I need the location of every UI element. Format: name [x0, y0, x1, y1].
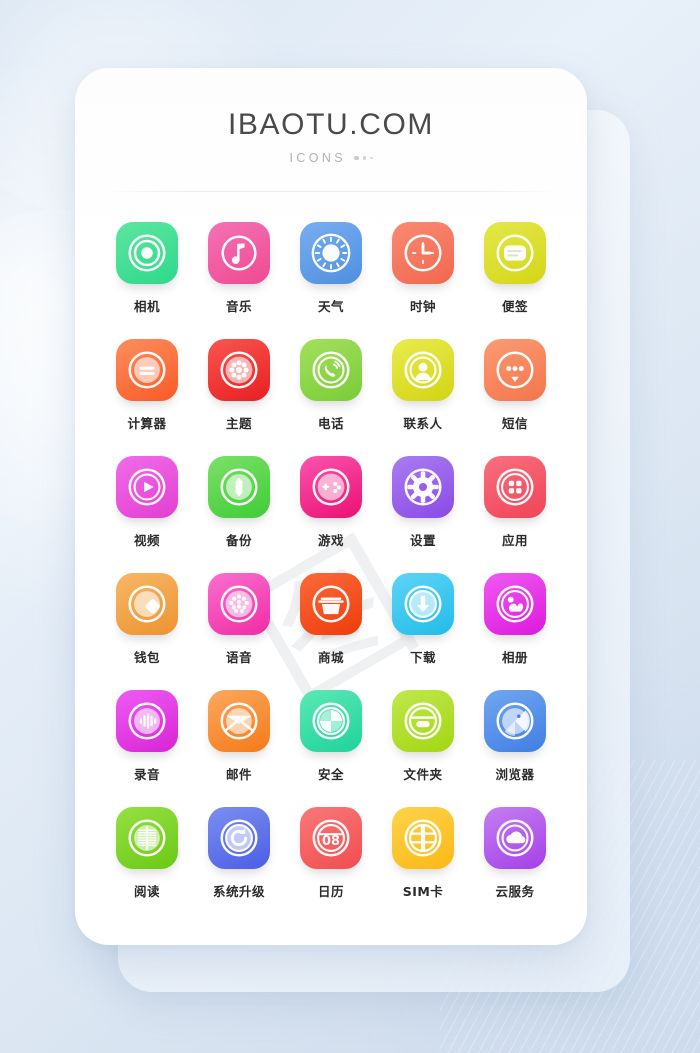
app-cell[interactable]: 备份: [193, 456, 285, 549]
app-label: 录音: [133, 767, 160, 782]
app-label: 安全: [317, 767, 344, 782]
card-header: IBAOTU.COM ICONS: [75, 68, 587, 165]
app-cell[interactable]: 视频: [101, 456, 193, 549]
notes-icon[interactable]: [484, 222, 546, 284]
app-label: 商城: [317, 650, 344, 665]
app-cell[interactable]: 系统升级: [193, 807, 285, 900]
app-cell[interactable]: 邮件: [193, 690, 285, 783]
contacts-icon[interactable]: [392, 339, 454, 401]
wallet-coin-icon[interactable]: [116, 573, 178, 635]
app-cell[interactable]: 便签: [469, 222, 561, 315]
app-label: 时钟: [409, 299, 436, 314]
app-cell[interactable]: 相册: [469, 573, 561, 666]
page-title: IBAOTU.COM: [227, 108, 434, 141]
clock-icon[interactable]: [392, 222, 454, 284]
app-cell[interactable]: 应用: [469, 456, 561, 549]
apps-grid-icon[interactable]: [484, 456, 546, 518]
reading-book-icon[interactable]: [116, 807, 178, 869]
cloud-service-icon[interactable]: [484, 807, 546, 869]
app-cell[interactable]: 计算器: [101, 339, 193, 432]
app-label: 系统升级: [212, 884, 265, 899]
calendar-icon[interactable]: 08: [300, 807, 362, 869]
app-cell[interactable]: 阅读: [101, 807, 193, 900]
app-label: 备份: [225, 533, 252, 548]
page-subtitle: ICONS: [75, 151, 587, 165]
app-label: 联系人: [403, 416, 443, 431]
gamepad-icon[interactable]: [300, 456, 362, 518]
app-label: 游戏: [317, 533, 344, 548]
dots-decoration: [354, 155, 373, 161]
app-label: 天气: [317, 299, 344, 314]
browser-compass-icon[interactable]: [484, 690, 546, 752]
app-label: 计算器: [127, 416, 167, 431]
app-label: 相机: [133, 299, 160, 314]
app-label: 云服务: [495, 884, 535, 899]
app-cell[interactable]: 钱包: [101, 573, 193, 666]
app-label: 浏览器: [495, 767, 535, 782]
app-cell[interactable]: 下载: [377, 573, 469, 666]
app-label: 应用: [501, 533, 528, 548]
app-label: 电话: [317, 416, 344, 431]
message-icon[interactable]: [484, 339, 546, 401]
app-label: 文件夹: [403, 767, 443, 782]
app-label: 语音: [225, 650, 252, 665]
app-label: 音乐: [225, 299, 252, 314]
calculator-icon[interactable]: [116, 339, 178, 401]
app-cell[interactable]: 语音: [193, 573, 285, 666]
sim-card-icon[interactable]: [392, 807, 454, 869]
gear-settings-icon[interactable]: [392, 456, 454, 518]
sun-weather-icon[interactable]: [300, 222, 362, 284]
subtitle-text: ICONS: [289, 151, 347, 165]
theme-flower-icon[interactable]: [208, 339, 270, 401]
backup-sync-icon[interactable]: [208, 456, 270, 518]
camera-icon[interactable]: [116, 222, 178, 284]
security-shield-icon[interactable]: [300, 690, 362, 752]
app-label: 便签: [501, 299, 528, 314]
phone-icon[interactable]: [300, 339, 362, 401]
app-cell[interactable]: 文件夹: [377, 690, 469, 783]
app-cell[interactable]: 电话: [285, 339, 377, 432]
app-cell[interactable]: 短信: [469, 339, 561, 432]
icon-grid: 相机 音乐 天气 时钟 便签计算器 主题 电话 联系人 短信视频 备份 游戏 设置 应用钱包 语音 商城 下载…: [75, 222, 587, 900]
music-note-icon[interactable]: [208, 222, 270, 284]
app-label: 设置: [409, 533, 436, 548]
svg-text:08: 08: [322, 834, 340, 849]
app-cell[interactable]: 联系人: [377, 339, 469, 432]
app-cell[interactable]: 天气: [285, 222, 377, 315]
play-video-icon[interactable]: [116, 456, 178, 518]
app-label: 下载: [409, 650, 436, 665]
folder-icon[interactable]: [392, 690, 454, 752]
app-label: 主题: [225, 416, 252, 431]
app-cell[interactable]: 云服务: [469, 807, 561, 900]
app-label: 钱包: [133, 650, 160, 665]
download-arrow-icon[interactable]: [392, 573, 454, 635]
app-label: 邮件: [225, 767, 252, 782]
app-cell[interactable]: 08 日历: [285, 807, 377, 900]
voice-dots-icon[interactable]: [208, 573, 270, 635]
app-cell[interactable]: 游戏: [285, 456, 377, 549]
mail-envelope-icon[interactable]: [208, 690, 270, 752]
app-cell[interactable]: 相机: [101, 222, 193, 315]
app-label: 短信: [501, 416, 528, 431]
app-label: 视频: [133, 533, 160, 548]
recorder-wave-icon[interactable]: [116, 690, 178, 752]
shop-basket-icon[interactable]: [300, 573, 362, 635]
header-divider: [101, 191, 561, 192]
app-cell[interactable]: 音乐: [193, 222, 285, 315]
photo-album-icon[interactable]: [484, 573, 546, 635]
app-label: 日历: [317, 884, 344, 899]
app-label: SIM卡: [402, 884, 444, 899]
app-cell[interactable]: 浏览器: [469, 690, 561, 783]
system-update-icon[interactable]: [208, 807, 270, 869]
app-cell[interactable]: 设置: [377, 456, 469, 549]
app-cell[interactable]: 安全: [285, 690, 377, 783]
app-cell[interactable]: 录音: [101, 690, 193, 783]
app-cell[interactable]: 商城: [285, 573, 377, 666]
app-label: 相册: [501, 650, 528, 665]
app-label: 阅读: [133, 884, 160, 899]
app-cell[interactable]: 主题: [193, 339, 285, 432]
app-cell[interactable]: 时钟: [377, 222, 469, 315]
app-cell[interactable]: SIM卡: [377, 807, 469, 900]
icon-sheet-card: IBAOTU.COM ICONS 图 相机音乐天气时钟便签计算器主题电话联系人短…: [75, 68, 587, 945]
